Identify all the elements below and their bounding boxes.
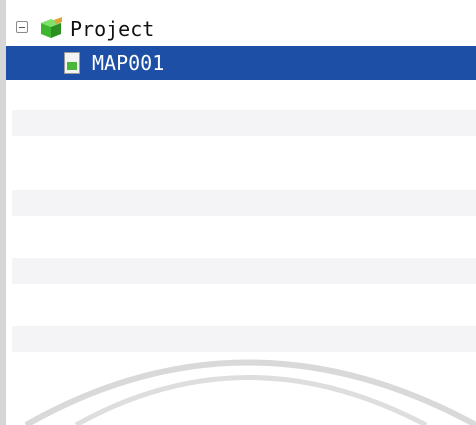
background-stripe bbox=[12, 326, 476, 352]
tree-node-map001[interactable]: MAP001 bbox=[6, 46, 476, 80]
background-stripe bbox=[12, 190, 476, 216]
map-label: MAP001 bbox=[92, 51, 165, 75]
map-tree-panel: Project MAP001 bbox=[0, 0, 476, 425]
cube-project-icon bbox=[41, 17, 62, 38]
background-stripe bbox=[12, 110, 476, 136]
collapse-toggle-icon[interactable] bbox=[16, 21, 28, 33]
project-label: Project bbox=[70, 17, 155, 41]
project-tree: Project MAP001 bbox=[6, 12, 476, 80]
tree-node-project[interactable]: Project bbox=[6, 12, 476, 46]
map-file-icon bbox=[64, 52, 80, 74]
background-stripe bbox=[12, 258, 476, 284]
